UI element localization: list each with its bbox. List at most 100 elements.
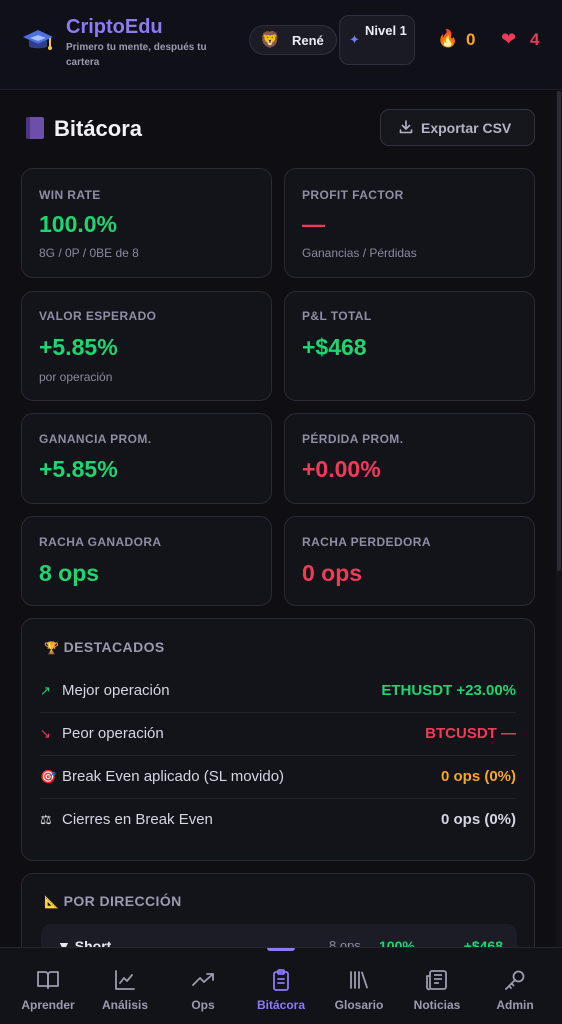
stat-label: GANANCIA PROM. (39, 432, 152, 446)
trend-up-icon: ↗ (40, 683, 51, 698)
chart-line-icon (115, 970, 135, 990)
highlights-title: 🏆 DESTACADOS (44, 639, 165, 655)
notebook-icon (26, 117, 44, 139)
direction-title: 📐 POR DIRECCIÓN (44, 893, 182, 909)
export-csv-label: Exportar CSV (421, 120, 512, 136)
highlight-value: BTCUSDT — (425, 725, 516, 742)
stat-card-pnl-total: P&L TOTAL +$468 (284, 291, 535, 401)
key-icon (505, 970, 525, 990)
highlight-label: Mejor operación (62, 682, 170, 699)
highlight-value: 0 ops (0%) (440, 768, 516, 785)
stat-card-expected-value: VALOR ESPERADO +5.85% por operación (21, 291, 272, 401)
highlight-row-break-even-closes: ⚖ Cierres en Break Even 0 ops (0%) (40, 799, 516, 842)
target-icon: 🎯 (40, 769, 57, 784)
trophy-icon: 🏆 (44, 641, 60, 655)
highlight-value: 0 ops (0%) (440, 811, 516, 828)
top-bar: CriptoEdu Primero tu mente, después tu c… (0, 0, 562, 90)
download-icon (399, 120, 413, 134)
stat-label: P&L TOTAL (302, 309, 372, 323)
stat-label: RACHA PERDEDORA (302, 535, 431, 549)
highlight-row-worst: ↘ Peor operación BTCUSDT — (40, 713, 516, 756)
nav-item-aprender[interactable]: Aprender (12, 948, 84, 1024)
stat-card-avg-gain: GANANCIA PROM. +5.85% (21, 413, 272, 504)
stat-value: 0 ops (302, 560, 363, 586)
nav-label: Aprender (21, 998, 75, 1012)
direction-pnl: +$468 (463, 938, 503, 947)
library-icon (350, 971, 368, 989)
stat-card-win-streak: RACHA GANADORA 8 ops (21, 516, 272, 606)
lives-count: 4 (530, 30, 540, 49)
nav-item-admin[interactable]: Admin (479, 948, 551, 1024)
nav-label: Noticias (413, 998, 461, 1012)
nav-item-glosario[interactable]: Glosario (323, 948, 395, 1024)
newspaper-icon (426, 970, 447, 991)
stat-subtext: Ganancias / Pérdidas (302, 246, 417, 260)
stat-value: +0.00% (302, 456, 381, 482)
nav-item-ops[interactable]: Ops (167, 948, 239, 1024)
book-open-icon (37, 971, 59, 989)
stat-value: +5.85% (39, 334, 118, 360)
nav-item-noticias[interactable]: Noticias (401, 948, 473, 1024)
stat-value: 100.0% (39, 211, 118, 237)
lion-avatar-icon: 🦁 (260, 32, 280, 49)
stat-label: PROFIT FACTOR (302, 188, 404, 202)
stat-label: VALOR ESPERADO (39, 309, 157, 323)
direction-ops: 8 ops (329, 938, 361, 947)
brand-name[interactable]: CriptoEdu (66, 16, 163, 39)
level-badge[interactable]: ✦ Nivel 1 (339, 15, 415, 65)
trending-up-icon (192, 973, 214, 986)
stat-value: 8 ops (39, 560, 100, 586)
stat-card-avg-loss: PÉRDIDA PROM. +0.00% (284, 413, 535, 504)
heart-icon: ❤ (501, 29, 517, 49)
page-title: Bitácora (26, 116, 142, 142)
sparkle-icon: ✦ (349, 32, 360, 47)
user-profile-button[interactable]: 🦁 René (249, 25, 337, 55)
stat-value: — (302, 211, 325, 237)
graduation-cap-icon (23, 30, 53, 50)
main-content: Bitácora Exportar CSV WIN RATE 100.0% 8G… (0, 91, 562, 947)
user-name: René (292, 33, 324, 48)
stat-subtext: por operación (39, 370, 113, 384)
trend-down-icon: ↘ (40, 726, 51, 741)
stat-label: WIN RATE (39, 188, 101, 202)
highlights-title-text: DESTACADOS (63, 639, 165, 655)
streak-count: 0 (466, 30, 476, 49)
fire-icon: 🔥 (437, 29, 459, 48)
nav-item-bitacora[interactable]: Bitácora (245, 948, 317, 1024)
page-title-text: Bitácora (54, 116, 143, 141)
nav-item-analisis[interactable]: Análisis (89, 948, 161, 1024)
highlight-row-break-even-applied: 🎯 Break Even aplicado (SL movido) 0 ops … (40, 756, 516, 799)
stat-subtext: 8G / 0P / 0BE de 8 (39, 246, 139, 260)
highlight-value: ETHUSDT +23.00% (381, 682, 516, 699)
scale-icon: ⚖ (40, 812, 52, 827)
scrollbar[interactable] (556, 91, 562, 947)
highlight-label: Peor operación (62, 725, 164, 742)
stat-value: +$468 (302, 334, 367, 360)
nav-label: Análisis (101, 998, 149, 1012)
bottom-navigation: Aprender Análisis Ops Bitácora Glosario … (0, 947, 562, 1024)
highlight-label: Break Even aplicado (SL movido) (62, 768, 285, 785)
stat-value: +5.85% (39, 456, 118, 482)
clipboard-icon (273, 969, 289, 991)
export-csv-button[interactable]: Exportar CSV (380, 109, 535, 146)
stat-label: RACHA GANADORA (39, 535, 162, 549)
direction-win-rate: 100% (379, 938, 415, 947)
nav-label: Glosario (334, 998, 384, 1012)
direction-title-text: POR DIRECCIÓN (63, 893, 182, 909)
stat-card-win-rate: WIN RATE 100.0% 8G / 0P / 0BE de 8 (21, 168, 272, 278)
nav-label: Bitácora (256, 998, 306, 1012)
stat-card-profit-factor: PROFIT FACTOR — Ganancias / Pérdidas (284, 168, 535, 278)
highlights-panel: 🏆 DESTACADOS ↗ Mejor operación ETHUSDT +… (21, 618, 535, 861)
nav-label: Ops (191, 998, 215, 1012)
scrollbar-thumb[interactable] (557, 91, 561, 571)
triangle-ruler-icon: 📐 (44, 895, 60, 909)
direction-row-short[interactable]: ▼ Short 8 ops 100% +$468 (41, 924, 517, 947)
highlight-label: Cierres en Break Even (62, 811, 213, 828)
brand-tagline: Primero tu mente, después tu cartera (66, 42, 207, 68)
nav-label: Admin (496, 998, 534, 1012)
stat-label: PÉRDIDA PROM. (302, 432, 404, 446)
level-label: Nivel 1 (365, 23, 407, 38)
direction-name: ▼ Short (57, 938, 112, 947)
direction-panel: 📐 POR DIRECCIÓN ▼ Short 8 ops 100% +$468 (21, 873, 535, 947)
highlight-row-best: ↗ Mejor operación ETHUSDT +23.00% (40, 670, 516, 713)
